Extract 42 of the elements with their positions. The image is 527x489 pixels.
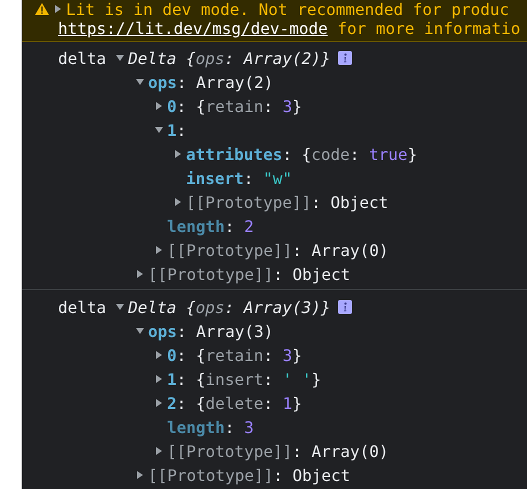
property-line: 1: {insert: ' '} <box>167 370 322 388</box>
collapsed-arrow-icon[interactable] <box>155 102 163 110</box>
collapsed-arrow-icon[interactable] <box>136 270 144 278</box>
collapsed-arrow-icon[interactable] <box>174 198 182 206</box>
property-line: [[Prototype]]: Array(0) <box>167 240 389 260</box>
expanded-arrow-icon[interactable] <box>116 303 124 311</box>
property-line: ops: Array(3) <box>148 322 274 340</box>
property-line: [[Prototype]]: Array(0) <box>167 442 389 460</box>
collapsed-arrow-icon[interactable] <box>155 351 163 359</box>
property-line: 2: {delete: 1} <box>167 394 302 412</box>
dev-mode-link[interactable]: https://lit.dev/msg/dev-mode <box>58 18 328 38</box>
collapsed-arrow-icon[interactable] <box>155 399 163 407</box>
expanded-arrow-icon[interactable] <box>136 78 144 86</box>
expanded-arrow-icon[interactable] <box>116 54 124 62</box>
collapsed-arrow-icon[interactable] <box>155 375 163 383</box>
property-line: Delta {ops: Array(3)} <box>128 298 330 316</box>
collapsed-arrow-icon[interactable] <box>155 246 163 254</box>
expanded-arrow-icon[interactable] <box>136 327 144 335</box>
collapsed-arrow-icon[interactable] <box>174 150 182 158</box>
warning-icon <box>35 3 49 15</box>
expanded-arrow-icon[interactable] <box>155 126 163 134</box>
property-line: insert: "w" <box>186 168 292 188</box>
property-line: 0: {retain: 3} <box>167 346 302 364</box>
property-line: [[Prototype]]: Object <box>148 264 350 284</box>
warning-message: for more informatio <box>336 18 520 38</box>
property-line: 0: {retain: 3} <box>167 96 302 116</box>
property-line: [[Prototype]]: Object <box>186 192 388 212</box>
collapsed-arrow-icon[interactable] <box>54 5 62 13</box>
property-line: 1: <box>167 120 186 140</box>
property-line: ops: Array(2) <box>148 72 274 92</box>
warning-message: Lit is in dev mode. Not recommended for produc <box>66 0 510 18</box>
property-line: [[Prototype]]: Object <box>148 466 350 484</box>
log-label: delta <box>58 298 106 316</box>
log-label: delta <box>58 48 106 68</box>
property-line: length: 2 <box>167 216 254 236</box>
property-line: length: 3 <box>167 418 254 436</box>
info-icon[interactable] <box>338 51 352 65</box>
info-icon[interactable] <box>338 300 352 314</box>
property-line: Delta {ops: Array(2)} <box>128 48 330 68</box>
property-line: attributes: {code: true} <box>186 144 418 164</box>
collapsed-arrow-icon[interactable] <box>155 447 163 455</box>
collapsed-arrow-icon[interactable] <box>136 471 144 479</box>
